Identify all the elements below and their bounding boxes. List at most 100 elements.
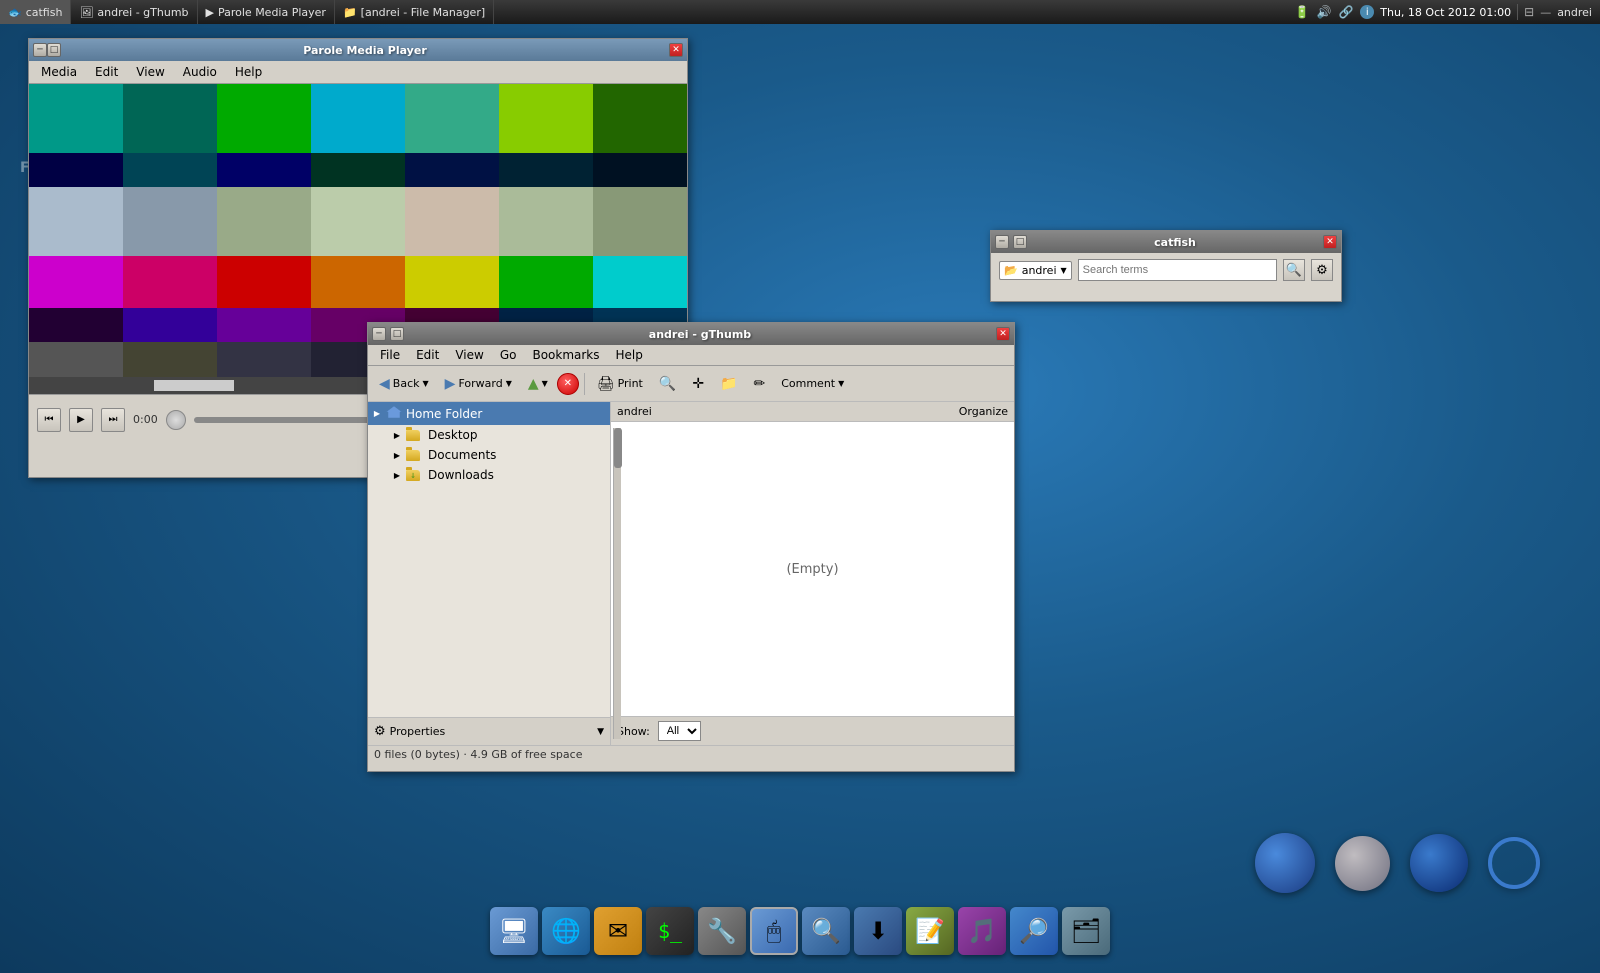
catfish-settings-btn[interactable]: ⚙ xyxy=(1311,259,1333,281)
wrench-icon: 🔧 xyxy=(707,917,737,945)
downloads-label: Downloads xyxy=(428,468,494,482)
gthumb-menu-edit[interactable]: Edit xyxy=(408,346,447,364)
sidebar-item-home[interactable]: ▶ Home Folder xyxy=(368,402,610,425)
parole-minimize-btn[interactable]: ─ xyxy=(33,43,47,57)
gthumb-menu: File Edit View Go Bookmarks Help xyxy=(368,345,1014,366)
gthumb-titlebar: ─ □ andrei - gThumb ✕ xyxy=(368,323,1014,345)
gthumb-maximize-btn[interactable]: □ xyxy=(390,327,404,341)
sidebar-item-downloads[interactable]: ▶ ↓ Downloads xyxy=(368,465,610,485)
catfish-maximize-btn[interactable]: □ xyxy=(1013,235,1027,249)
gthumb-menu-bookmarks[interactable]: Bookmarks xyxy=(524,346,607,364)
gthumb-menu-file[interactable]: File xyxy=(372,346,408,364)
gthumb-folder-btn[interactable]: 📁 xyxy=(713,373,744,395)
back-left-arrow-icon: ◀ xyxy=(379,376,390,392)
parole-menu-view[interactable]: View xyxy=(128,63,172,81)
parole-time: 0:00 xyxy=(133,413,158,426)
dock-notes-icon[interactable]: 📝 xyxy=(906,907,954,955)
gthumb-body: ▶ Home Folder ▶ Desktop xyxy=(368,402,1014,745)
gthumb-zoom-btn[interactable]: 🔍 xyxy=(652,373,683,395)
dock-mail-icon[interactable]: ✉ xyxy=(594,907,642,955)
folder-icon: 🗂 xyxy=(1071,917,1101,945)
catfish-title: catfish xyxy=(1031,236,1319,249)
dock-screen-icon[interactable]: 🖥 xyxy=(490,907,538,955)
catfish-folder-icon: 📂 xyxy=(1004,264,1018,277)
show-label: Show: xyxy=(617,725,650,738)
catfish-search-btn[interactable]: 🔍 xyxy=(1283,259,1305,281)
display-icon: ⊟ xyxy=(1524,5,1534,19)
desktop-arrow-icon: ▶ xyxy=(392,431,402,440)
gthumb-comment-btn[interactable]: Comment ▼ xyxy=(774,374,851,393)
gthumb-print-btn[interactable]: 🖨 Print xyxy=(590,373,650,395)
dock-find-icon[interactable]: 🔎 xyxy=(1010,907,1058,955)
gthumb-forward-btn[interactable]: ▶ Forward ▼ xyxy=(438,373,519,395)
gthumb-up-btn[interactable]: ▲ ▼ xyxy=(521,373,555,395)
gthumb-move-btn[interactable]: ✛ xyxy=(685,373,711,395)
gthumb-show-select[interactable]: All xyxy=(658,721,701,741)
sidebar-item-documents[interactable]: ▶ Documents xyxy=(368,445,610,465)
terminal-icon: $_ xyxy=(658,919,682,943)
taskbar-item-gthumb[interactable]: 🖼 andrei - gThumb xyxy=(71,0,197,24)
gthumb-close-btn[interactable]: ✕ xyxy=(996,327,1010,341)
dock-pointer-icon[interactable]: 🖱 xyxy=(750,907,798,955)
taskbar-right: 🔋 🔊 🔗 i Thu, 18 Oct 2012 01:00 ⊟ — andre… xyxy=(1286,4,1600,20)
parole-menu-help[interactable]: Help xyxy=(227,63,270,81)
gthumb-menu-view[interactable]: View xyxy=(447,346,491,364)
parole-volume-knob[interactable] xyxy=(166,410,186,430)
gthumb-stop-btn[interactable]: ✕ xyxy=(557,373,579,395)
taskbar-sep: — xyxy=(1540,6,1551,19)
gthumb-sidebar: ▶ Home Folder ▶ Desktop xyxy=(368,402,611,717)
taskbar-item-filemanager[interactable]: 📁 [andrei - File Manager] xyxy=(335,0,494,24)
forward-label: Forward xyxy=(458,377,502,390)
catfish-folder-select[interactable]: 📂 andrei ▼ xyxy=(999,261,1072,280)
gthumb-edit-btn[interactable]: ✏ xyxy=(746,373,772,395)
folder-open-icon: 📁 xyxy=(720,376,737,392)
circle-2 xyxy=(1335,836,1390,891)
gthumb-back-btn[interactable]: ◀ Back ▼ xyxy=(372,373,436,395)
catfish-search-input[interactable] xyxy=(1078,259,1277,281)
parole-next-btn[interactable]: ⏭ xyxy=(101,408,125,432)
gthumb-taskbar-icon: 🖼 xyxy=(79,6,93,19)
gthumb-properties-panel[interactable]: ⚙ Properties ▼ xyxy=(368,717,610,745)
gthumb-status-text: 0 files (0 bytes) · 4.9 GB of free space xyxy=(374,748,582,761)
dock-download-icon[interactable]: ⬇ xyxy=(854,907,902,955)
parole-maximize-btn[interactable]: □ xyxy=(47,43,61,57)
print-label: Print xyxy=(618,377,643,390)
taskbar-item-parole[interactable]: ▶ Parole Media Player xyxy=(198,0,335,24)
gthumb-empty-content: (Empty) xyxy=(611,422,1014,716)
parole-close-btn[interactable]: ✕ xyxy=(669,43,683,57)
parole-menu-edit[interactable]: Edit xyxy=(87,63,126,81)
gthumb-organize-btn[interactable]: Organize xyxy=(959,405,1008,418)
parole-prev-btn[interactable]: ⏮ xyxy=(37,408,61,432)
zoom-icon: 🔍 xyxy=(659,376,676,392)
catfish-close-btn[interactable]: ✕ xyxy=(1323,235,1337,249)
gthumb-sidebar-scrollbar[interactable] xyxy=(613,428,621,739)
parole-menu-media[interactable]: Media xyxy=(33,63,85,81)
download-icon: ⬇ xyxy=(868,917,888,945)
dock-browser-icon[interactable]: 🌐 xyxy=(542,907,590,955)
dock-music-icon[interactable]: 🎵 xyxy=(958,907,1006,955)
gthumb-show-bar: Show: All xyxy=(611,716,1014,745)
gthumb-path-bar: andrei Organize xyxy=(611,402,1014,422)
parole-play-btn[interactable]: ▶ xyxy=(69,408,93,432)
clock-display: Thu, 18 Oct 2012 01:00 xyxy=(1380,6,1511,19)
gthumb-menu-go[interactable]: Go xyxy=(492,346,525,364)
dock-terminal-icon[interactable]: $_ xyxy=(646,907,694,955)
parole-menu-audio[interactable]: Audio xyxy=(175,63,225,81)
gthumb-menu-help[interactable]: Help xyxy=(608,346,651,364)
taskbar-item-catfish[interactable]: 🐟 catfish xyxy=(0,0,71,24)
catfish-minimize-btn[interactable]: ─ xyxy=(995,235,1009,249)
parole-menu: Media Edit View Audio Help xyxy=(29,61,687,84)
sidebar-item-desktop[interactable]: ▶ Desktop xyxy=(368,425,610,445)
pencil-icon: ✏ xyxy=(753,376,765,392)
dock-search-icon[interactable]: 🔍 xyxy=(802,907,850,955)
find-icon: 🔎 xyxy=(1019,917,1049,945)
filemanager-taskbar-icon: 📁 xyxy=(343,6,357,19)
gthumb-minimize-btn[interactable]: ─ xyxy=(372,327,386,341)
info-icon: i xyxy=(1360,5,1374,19)
circle-3 xyxy=(1410,834,1468,892)
dock-filemanager-icon[interactable]: 🗂 xyxy=(1062,907,1110,955)
dock-tools-icon[interactable]: 🔧 xyxy=(698,907,746,955)
properties-icon: ⚙ xyxy=(374,724,386,739)
magnifier-icon: 🔍 xyxy=(811,917,841,945)
properties-label: Properties xyxy=(390,725,593,738)
